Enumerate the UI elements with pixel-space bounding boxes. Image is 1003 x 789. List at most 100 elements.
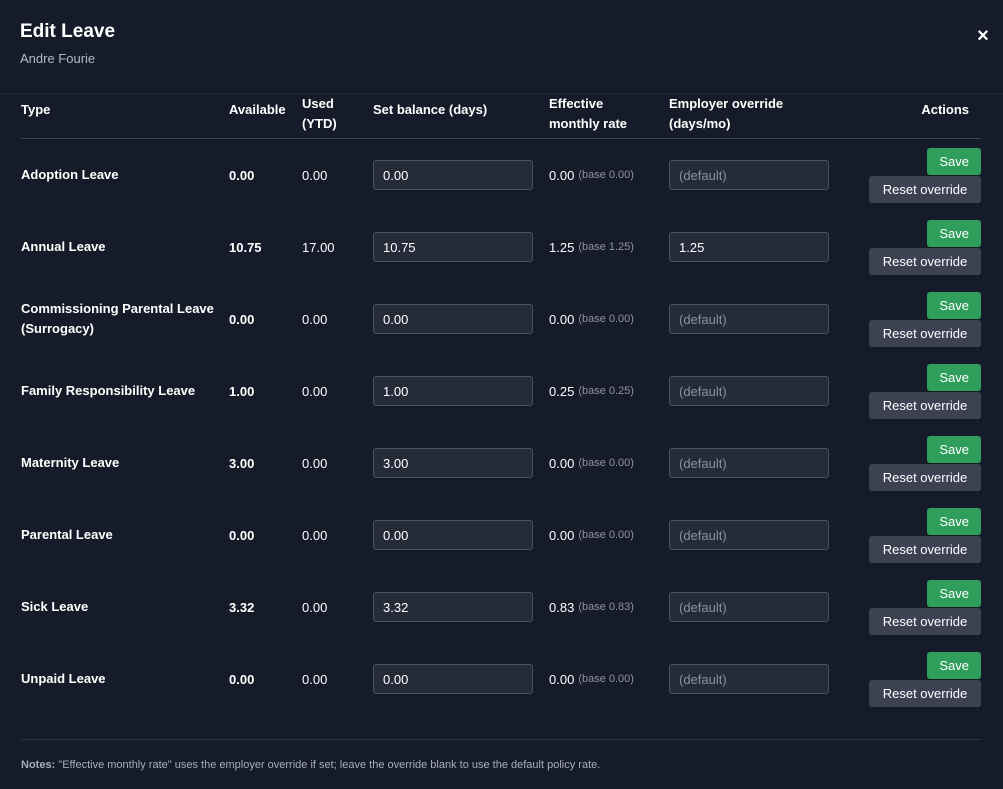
used-value: 17.00 [302,239,335,255]
rate-value: 1.25 [549,239,575,255]
used-value: 0.00 [302,167,328,183]
save-button[interactable]: Save [927,363,981,391]
header-used: Used (YTD) [302,96,337,131]
save-button[interactable]: Save [927,291,981,319]
header-actions: Actions [921,102,969,117]
leave-type: Commissioning Parental Leave (Surrogacy) [21,301,214,336]
balance-cell [373,571,533,643]
save-button[interactable]: Save [927,435,981,463]
override-input[interactable] [669,304,829,334]
header-type: Type [21,102,51,117]
override-input[interactable] [669,592,829,622]
available-value: 3.32 [229,599,255,615]
save-button[interactable]: Save [927,579,981,607]
base-rate: (base 0.00) [578,169,634,181]
rate-cell: 0.00 (base 0.00) [549,643,634,715]
leave-type: Unpaid Leave [21,671,106,686]
used-value: 0.00 [302,527,328,543]
balance-cell [373,355,533,427]
table-row: Family Responsibility Leave 1.00 0.00 0.… [21,355,981,427]
table-row: Parental Leave 0.00 0.00 0.00(base 0.00)… [21,499,981,571]
reset-override-button[interactable]: Reset override [869,319,981,347]
notes-text: "Effective monthly rate" uses the employ… [55,759,601,771]
override-input[interactable] [669,232,829,262]
balance-cell [373,643,533,715]
balance-cell [373,283,533,355]
leave-type: Family Responsibility Leave [21,383,196,398]
actions-cell: Save Reset override [869,643,981,715]
balance-input[interactable] [373,664,533,694]
rate-value: 0.00 [549,311,575,327]
rate-value: 0.25 [549,383,575,399]
available-value: 0.00 [229,167,255,183]
reset-override-button[interactable]: Reset override [869,463,981,491]
header-available: Available [229,102,286,117]
override-input[interactable] [669,376,829,406]
base-rate: (base 0.00) [578,673,634,685]
base-rate: (base 0.83) [578,601,634,613]
header-set-balance: Set balance (days) [373,102,488,117]
reset-override-button[interactable]: Reset override [869,247,981,275]
override-cell [669,355,829,427]
save-button[interactable]: Save [927,219,981,247]
rate-value: 0.00 [549,527,575,543]
balance-cell [373,211,533,283]
modal-header: Edit Leave Andre Fourie [20,20,115,67]
table-row: Sick Leave 3.32 0.00 0.83(base 0.83) Sav… [21,571,981,643]
reset-override-button[interactable]: Reset override [869,679,981,707]
override-cell [669,283,829,355]
save-button[interactable]: Save [927,507,981,535]
base-rate: (base 0.00) [578,313,634,325]
override-input[interactable] [669,160,829,190]
table-row: Maternity Leave 3.00 0.00 0.00(base 0.00… [21,427,981,499]
reset-override-button[interactable]: Reset override [869,535,981,563]
rate-cell: 0.83 (base 0.83) [549,571,634,643]
rate-value: 0.00 [549,455,575,471]
available-value: 3.00 [229,455,255,471]
available-value: 10.75 [229,239,262,255]
override-input[interactable] [669,448,829,478]
used-value: 0.00 [302,455,328,471]
notes-label: Notes: [21,759,56,771]
actions-cell: Save Reset override [869,211,981,283]
reset-override-button[interactable]: Reset override [869,607,981,635]
actions-cell: Save Reset override [869,499,981,571]
notes-divider [21,739,981,740]
balance-cell [373,499,533,571]
override-cell [669,139,829,211]
balance-input[interactable] [373,160,533,190]
override-cell [669,499,829,571]
table-row: Annual Leave 10.75 17.00 1.25(base 1.25)… [21,211,981,283]
actions-cell: Save Reset override [869,139,981,211]
balance-input[interactable] [373,520,533,550]
save-button[interactable]: Save [927,147,981,175]
leave-type: Sick Leave [21,599,89,614]
balance-input[interactable] [373,232,533,262]
balance-input[interactable] [373,304,533,334]
balance-cell [373,139,533,211]
rate-cell: 0.00 (base 0.00) [549,139,634,211]
actions-cell: Save Reset override [869,427,981,499]
save-button[interactable]: Save [927,651,981,679]
header-employer-override: Employer override (days/mo) [669,96,784,131]
rate-value: 0.83 [549,599,575,615]
table-row: Commissioning Parental Leave (Surrogacy) … [21,283,981,355]
balance-input[interactable] [373,592,533,622]
actions-cell: Save Reset override [869,283,981,355]
reset-override-button[interactable]: Reset override [869,391,981,419]
balance-input[interactable] [373,376,533,406]
available-value: 0.00 [229,527,255,543]
table-row: Unpaid Leave 0.00 0.00 0.00(base 0.00) S… [21,643,981,715]
actions-cell: Save Reset override [869,571,981,643]
override-cell [669,571,829,643]
override-input[interactable] [669,520,829,550]
override-input[interactable] [669,664,829,694]
balance-input[interactable] [373,448,533,478]
employee-name: Andre Fourie [20,51,96,66]
reset-override-button[interactable]: Reset override [869,175,981,203]
used-value: 0.00 [302,311,328,327]
rate-cell: 0.00 (base 0.00) [549,283,634,355]
close-icon[interactable]: × [971,24,995,48]
leave-type: Maternity Leave [21,455,120,470]
table-header: Type Available Used (YTD) Set balance (da… [21,94,981,139]
